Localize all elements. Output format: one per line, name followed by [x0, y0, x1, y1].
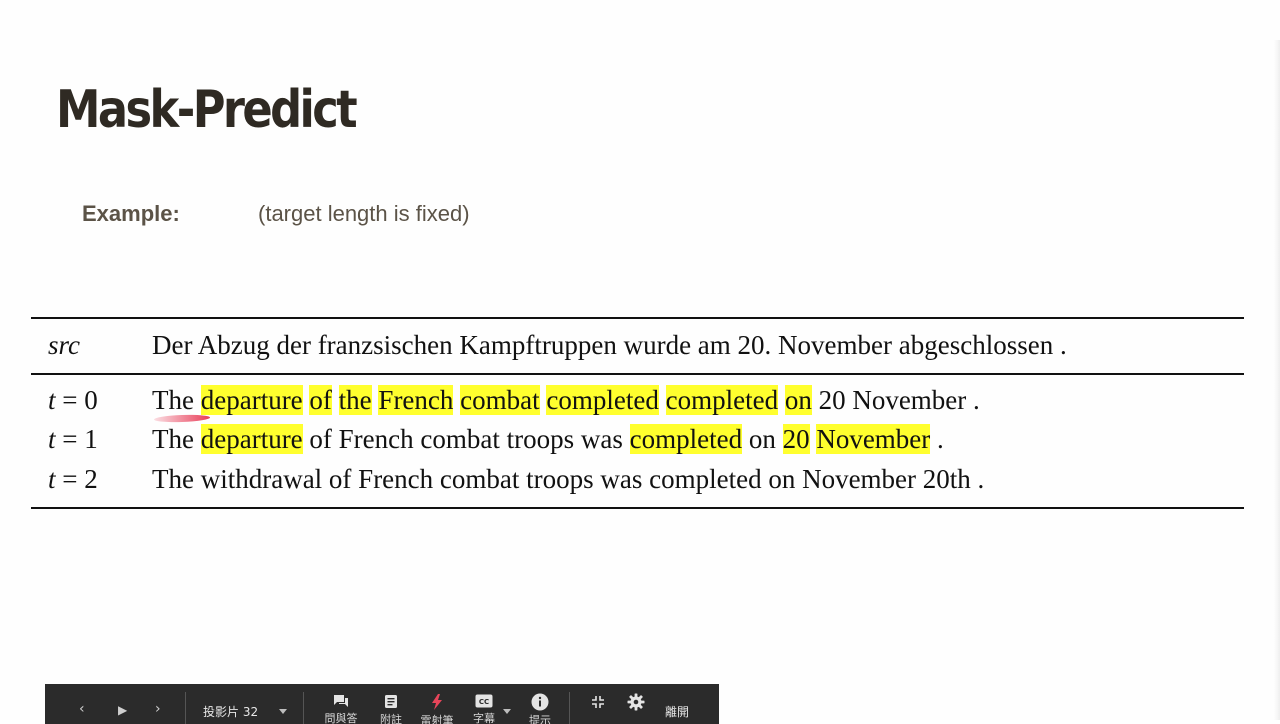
toolbar-divider	[185, 692, 186, 724]
tips-label: 提示	[529, 714, 551, 724]
notes-label: 附註	[380, 713, 402, 724]
captions-icon: CC	[475, 694, 493, 708]
sentence-text: of French combat troops was	[302, 424, 630, 454]
example-label: Example:	[82, 201, 180, 226]
settings-button[interactable]	[625, 684, 647, 724]
masked-token: November	[816, 424, 931, 454]
exit-button[interactable]: 離開	[665, 703, 689, 720]
sentence-text: Der Abzug der franzsischen Kampftruppen …	[152, 330, 1067, 360]
masked-token: the	[338, 385, 372, 415]
gear-icon	[627, 693, 645, 711]
masked-token: of	[309, 385, 332, 415]
slide-edge-shadow	[1274, 40, 1280, 720]
masked-token: combat	[460, 385, 540, 415]
sentence-text	[659, 385, 666, 415]
notes-button[interactable]: 附註	[375, 684, 407, 724]
masked-token: French	[378, 385, 454, 415]
captions-button[interactable]: CC 字幕	[469, 684, 499, 724]
row-label: src	[48, 330, 80, 360]
svg-text:CC: CC	[479, 698, 489, 706]
exit-fullscreen-button[interactable]	[588, 684, 608, 724]
laser-pointer-icon	[430, 694, 444, 710]
sentence-text	[332, 385, 339, 415]
row-label: t = 2	[48, 464, 98, 494]
example-note: (target length is fixed)	[258, 201, 470, 226]
table-mid-rule	[31, 373, 1244, 375]
shrink-icon	[591, 694, 605, 710]
masked-token: completed	[665, 385, 779, 415]
chat-icon	[333, 694, 349, 708]
row-label: t = 1	[48, 424, 98, 454]
chevron-right-icon[interactable]: ›	[155, 701, 161, 717]
chevron-down-icon[interactable]	[503, 709, 511, 714]
chevron-down-icon[interactable]	[279, 709, 287, 714]
table-top-rule	[31, 317, 1244, 319]
presenter-toolbar: ‹ ▶ › 投影片 32 問與答 附註 雷射筆 CC 字幕 提示 離開	[45, 684, 719, 724]
slide-selector[interactable]: 投影片 32	[203, 703, 258, 720]
slide-title: Mask-Predict	[56, 80, 358, 140]
qa-label: 問與答	[324, 712, 358, 724]
toolbar-divider	[303, 692, 304, 724]
sentence-text: .	[930, 424, 944, 454]
masked-token: 20	[782, 424, 810, 454]
toolbar-divider	[569, 692, 570, 724]
masked-token: on	[784, 385, 812, 415]
sentence-text: 20 November .	[811, 385, 980, 415]
notes-icon	[384, 694, 398, 709]
sentence-text: The	[152, 424, 201, 454]
sentence-text	[778, 385, 785, 415]
masked-token: completed	[546, 385, 659, 415]
laser-pointer-button[interactable]: 雷射筆	[417, 684, 457, 724]
row-sentence: The departure of the French combat compl…	[152, 385, 980, 416]
row-sentence: The departure of French combat troops wa…	[152, 424, 944, 455]
captions-label: 字幕	[473, 712, 495, 724]
tips-button[interactable]: 提示	[525, 684, 555, 724]
masked-token: departure	[200, 424, 303, 454]
masked-token: departure	[200, 385, 303, 415]
slide-canvas: Mask-Predict Example: (target length is …	[0, 0, 1280, 720]
info-icon	[531, 693, 549, 711]
masked-token: completed	[629, 424, 743, 454]
row-sentence: Der Abzug der franzsischen Kampftruppen …	[152, 330, 1067, 361]
sentence-text: The	[152, 385, 201, 415]
chevron-left-icon[interactable]: ‹	[79, 701, 85, 717]
row-label: t = 0	[48, 385, 98, 415]
sentence-text: The withdrawal of French combat troops w…	[152, 464, 985, 494]
sentence-text: on	[742, 424, 783, 454]
table-bottom-rule	[31, 507, 1244, 509]
qa-button[interactable]: 問與答	[323, 684, 359, 724]
row-sentence: The withdrawal of French combat troops w…	[152, 464, 984, 495]
laser-pointer-label: 雷射筆	[420, 714, 454, 724]
play-icon[interactable]: ▶	[118, 703, 127, 717]
